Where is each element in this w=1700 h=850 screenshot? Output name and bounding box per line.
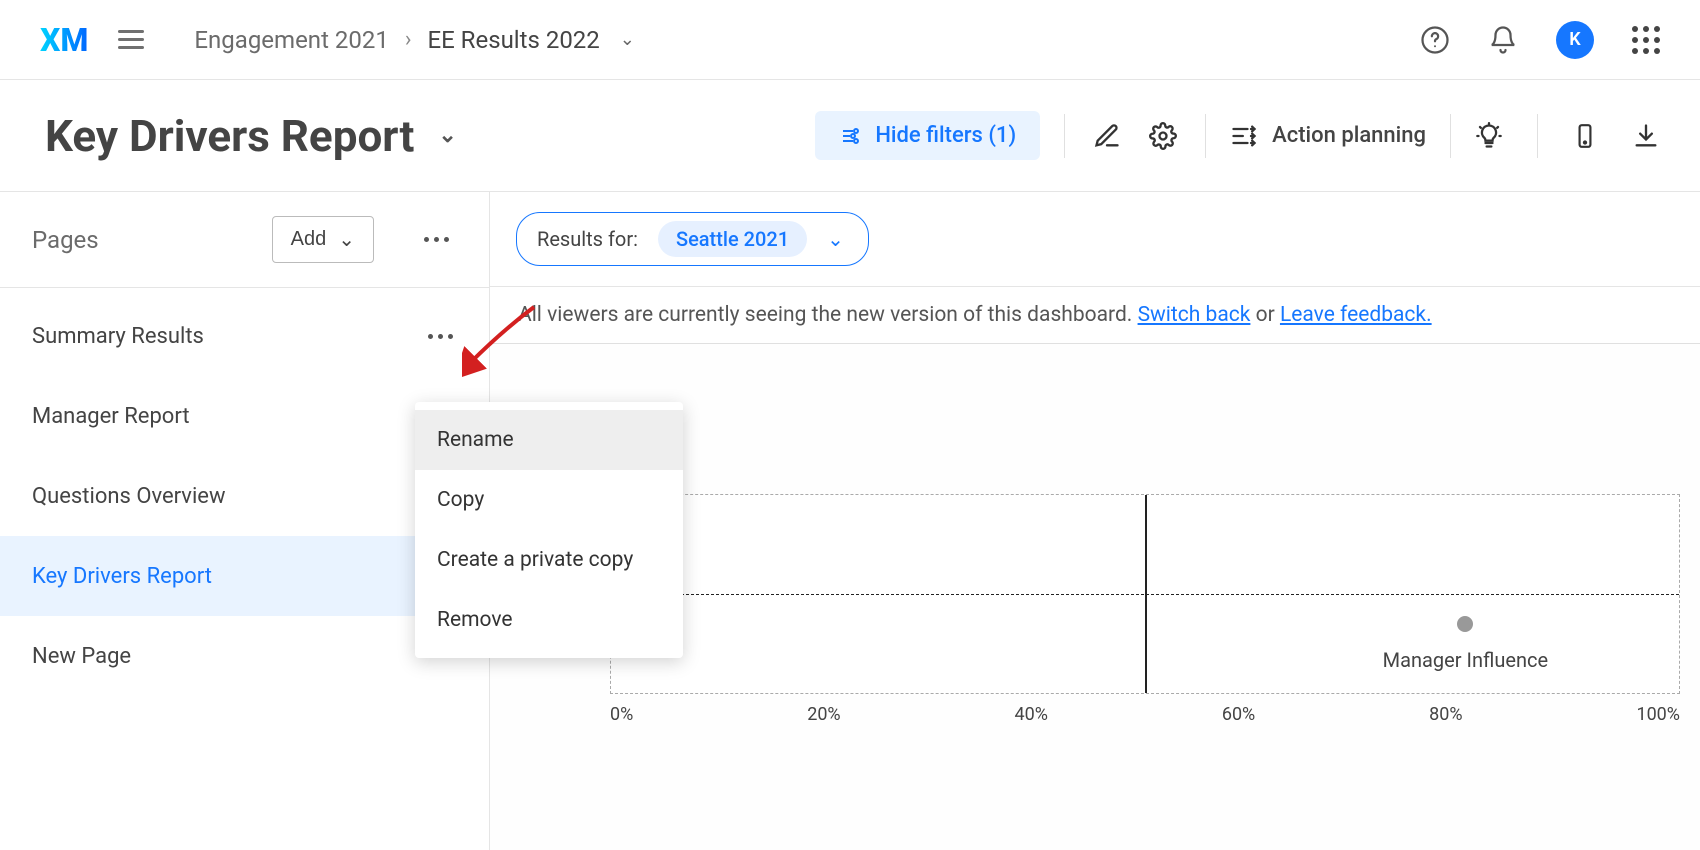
menu-item-copy[interactable]: Copy [415, 470, 683, 530]
hamburger-menu-icon[interactable] [118, 30, 144, 49]
page-title: Key Drivers Report [45, 110, 414, 162]
hide-filters-button[interactable]: Hide filters (1) [815, 111, 1040, 160]
toolbar-divider [1064, 114, 1065, 158]
settings-gear-icon[interactable] [1145, 118, 1181, 154]
scatter-chart: 0 Manager Influence [610, 494, 1680, 694]
top-navbar: XM Engagement 2021 › EE Results 2022 ⌄ K [0, 0, 1700, 80]
switch-back-link[interactable]: Switch back [1138, 303, 1251, 327]
banner-mid: or [1256, 303, 1280, 327]
sidebar-item-label: Manager Report [32, 404, 190, 429]
download-icon[interactable] [1632, 122, 1660, 150]
breadcrumb-current[interactable]: EE Results 2022 [427, 26, 599, 54]
chart-point-label: Manager Influence [1383, 648, 1548, 672]
pages-sidebar-header: Pages Add ⌄ [0, 192, 489, 288]
filter-bar: Results for: Seattle 2021 ⌄ [490, 192, 1700, 287]
page-title-container: Key Drivers Report ⌄ [45, 110, 457, 162]
results-for-dropdown[interactable]: Results for: Seattle 2021 ⌄ [516, 212, 869, 266]
chevron-down-icon: ⌄ [827, 227, 844, 251]
breadcrumb-parent[interactable]: Engagement 2021 [194, 26, 388, 54]
menu-item-remove[interactable]: Remove [415, 590, 683, 650]
toolbar-divider [1537, 114, 1538, 158]
user-avatar[interactable]: K [1556, 21, 1594, 59]
add-page-button[interactable]: Add ⌄ [272, 216, 374, 263]
chart-x-tick: 20% [807, 704, 840, 725]
chevron-down-icon[interactable]: ⌄ [438, 123, 456, 148]
sidebar-item-label: Key Drivers Report [32, 564, 212, 589]
page-context-menu: Rename Copy Create a private copy Remove [415, 402, 683, 658]
chevron-down-icon: ⌄ [338, 227, 355, 252]
leave-feedback-link[interactable]: Leave feedback. [1280, 303, 1432, 327]
chart-x-axis: 0% 20% 40% 60% 80% 100% [610, 704, 1680, 725]
toolbar-divider [1450, 114, 1451, 158]
chart-x-tick: 40% [1015, 704, 1048, 725]
pages-heading: Pages [32, 226, 99, 254]
apps-grid-icon[interactable] [1632, 26, 1660, 54]
item-more-icon[interactable] [428, 334, 453, 339]
sidebar-item-label: Questions Overview [32, 484, 226, 509]
help-icon[interactable] [1420, 25, 1450, 55]
lightbulb-icon[interactable] [1475, 122, 1503, 150]
chevron-down-icon[interactable]: ⌄ [620, 29, 635, 50]
mobile-device-icon[interactable] [1572, 122, 1598, 150]
banner-text: All viewers are currently seeing the new… [518, 303, 1138, 327]
chart-x-tick: 60% [1222, 704, 1255, 725]
results-for-label: Results for: [537, 227, 638, 251]
app-logo[interactable]: XM [40, 21, 88, 59]
notifications-bell-icon[interactable] [1488, 25, 1518, 55]
breadcrumb-separator-icon: › [405, 27, 412, 52]
menu-item-rename[interactable]: Rename [415, 410, 683, 470]
title-toolbar: Key Drivers Report ⌄ Hide filters (1) [0, 80, 1700, 192]
hide-filters-label: Hide filters (1) [875, 123, 1016, 148]
action-planning-button[interactable]: Action planning [1230, 122, 1426, 150]
chart-x-tick: 80% [1429, 704, 1462, 725]
action-planning-label: Action planning [1272, 123, 1426, 148]
add-page-label: Add [291, 228, 327, 251]
chart-data-point[interactable] [1457, 616, 1473, 632]
sidebar-item-summary-results[interactable]: Summary Results [0, 296, 489, 376]
chart-x-tick: 0% [610, 704, 633, 725]
chart-horizontal-midline [611, 594, 1679, 595]
info-banner: All viewers are currently seeing the new… [490, 287, 1700, 344]
breadcrumb: Engagement 2021 › EE Results 2022 ⌄ [194, 26, 634, 54]
content-area: Pages Add ⌄ Summary Results Manager Repo… [0, 192, 1700, 850]
sidebar-item-label: New Page [32, 644, 131, 669]
pages-more-icon[interactable] [424, 237, 449, 242]
toolbar-divider [1205, 114, 1206, 158]
results-for-chip: Seattle 2021 [658, 221, 807, 257]
chart-x-tick: 100% [1636, 704, 1680, 725]
menu-item-create-private-copy[interactable]: Create a private copy [415, 530, 683, 590]
sidebar-item-label: Summary Results [32, 324, 204, 349]
edit-icon[interactable] [1089, 118, 1125, 154]
